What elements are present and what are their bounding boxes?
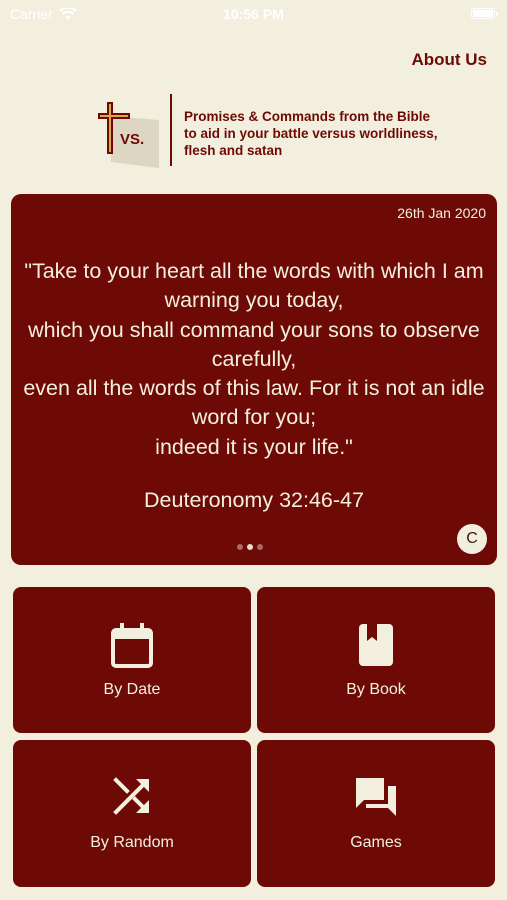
by-random-button[interactable]: By Random bbox=[13, 740, 251, 887]
status-time: 10:56 PM bbox=[223, 6, 284, 22]
header-divider bbox=[170, 94, 172, 166]
logo-text: VS. bbox=[120, 131, 144, 148]
app-logo: VS. bbox=[97, 102, 159, 168]
games-button[interactable]: Games bbox=[257, 740, 495, 887]
by-book-button[interactable]: By Book bbox=[257, 587, 495, 733]
by-date-button[interactable]: By Date bbox=[13, 587, 251, 733]
book-icon bbox=[257, 623, 495, 669]
pager-dot-active[interactable] bbox=[247, 544, 253, 550]
shuffle-icon bbox=[13, 776, 251, 822]
pager-dot[interactable] bbox=[237, 544, 243, 550]
copyright-button[interactable]: C bbox=[457, 524, 487, 554]
app-tagline: Promises & Commands from the Bible to ai… bbox=[184, 109, 438, 158]
about-us-link[interactable]: About Us bbox=[411, 50, 487, 70]
pager-dot[interactable] bbox=[257, 544, 263, 550]
chat-bubbles-icon bbox=[257, 776, 495, 822]
by-date-label: By Date bbox=[103, 681, 161, 698]
pager-dots[interactable] bbox=[237, 544, 263, 550]
by-random-label: By Random bbox=[90, 834, 174, 851]
verse-reference: Deuteronomy 32:46-47 bbox=[144, 488, 364, 512]
verse-date: 26th Jan 2020 bbox=[397, 205, 486, 221]
verse-card[interactable]: 26th Jan 2020 "Take to your heart all th… bbox=[11, 194, 497, 565]
status-bar: Carrier 10:56 PM bbox=[0, 0, 507, 28]
calendar-icon bbox=[13, 623, 251, 669]
games-label: Games bbox=[350, 834, 402, 851]
battery-icon bbox=[471, 8, 498, 19]
by-book-label: By Book bbox=[346, 681, 406, 698]
verse-text: "Take to your heart all the words with w… bbox=[23, 259, 485, 459]
